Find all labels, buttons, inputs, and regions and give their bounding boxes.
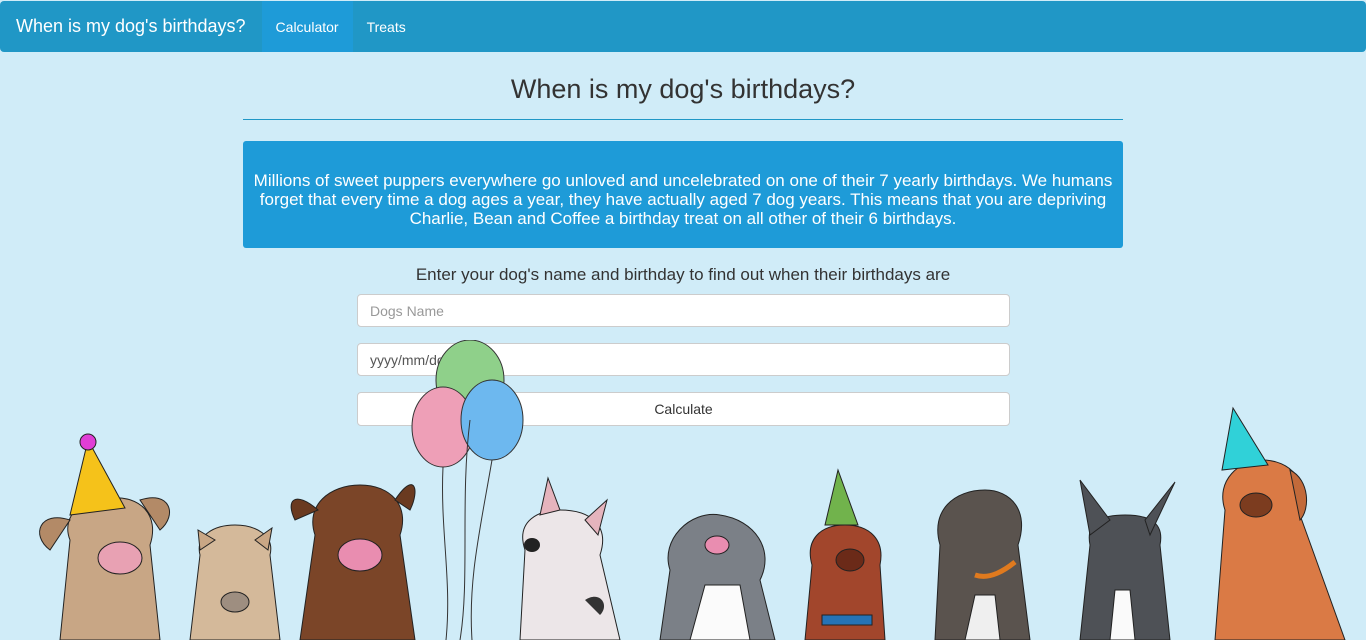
balloons-image: [411, 340, 524, 640]
dog-3-image: [290, 484, 416, 640]
dogs-illustration: [39, 340, 1346, 640]
info-alert: Millions of sweet puppers everywhere go …: [243, 141, 1123, 248]
dog-6-image: [804, 468, 886, 640]
dog-8-image: [1079, 479, 1176, 640]
dog-7-image: [934, 489, 1031, 640]
title-divider: [243, 119, 1123, 120]
nav-item-calculator[interactable]: Calculator: [261, 1, 353, 52]
navbar: When is my dog's birthdays? Calculator T…: [0, 1, 1366, 52]
calculate-button[interactable]: Calculate: [357, 392, 1010, 426]
dog-4-image: [519, 476, 621, 640]
nav-item-treats[interactable]: Treats: [353, 1, 420, 52]
dog-name-input[interactable]: [357, 294, 1010, 327]
form-prompt: Enter your dog's name and birthday to fi…: [415, 265, 951, 284]
birthday-input[interactable]: [357, 343, 1010, 376]
dog-1-image: [39, 433, 170, 640]
dog-5-image: [659, 513, 776, 640]
dog-9-image: [1214, 406, 1346, 640]
page-title: When is my dog's birthdays?: [510, 74, 856, 104]
brand-link[interactable]: When is my dog's birthdays?: [0, 1, 262, 52]
main-container: When is my dog's birthdays? Millions of …: [243, 52, 1123, 426]
dog-2-image: [189, 524, 281, 640]
